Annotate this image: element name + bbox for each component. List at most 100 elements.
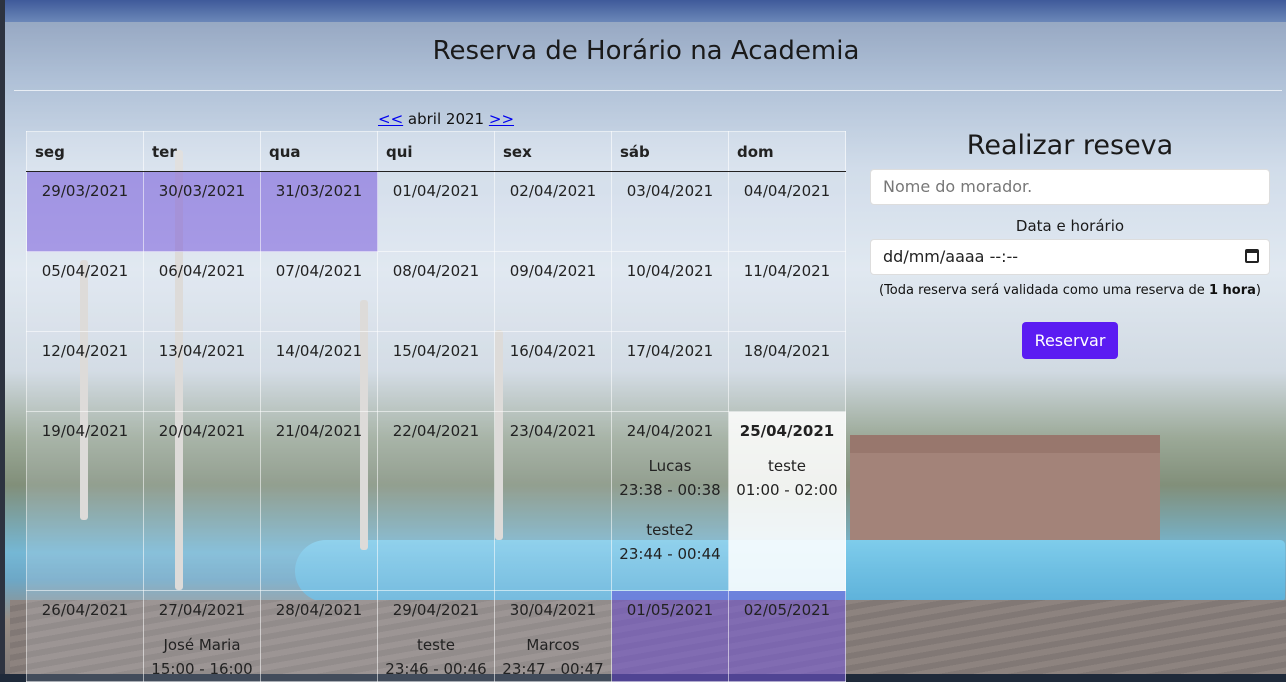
- resident-name-input[interactable]: Nome do morador.: [870, 169, 1270, 205]
- weekday-header: ter: [143, 131, 261, 172]
- reservation-form: Realizar reseva Nome do morador. Data e …: [870, 130, 1270, 359]
- calendar-day-cell[interactable]: 10/04/2021: [611, 251, 729, 332]
- day-date: 30/03/2021: [158, 182, 246, 200]
- calendar-day-cell[interactable]: 16/04/2021: [494, 331, 612, 412]
- calendar-day-cell[interactable]: 28/04/2021: [260, 590, 378, 682]
- calendar-day-cell[interactable]: 02/04/2021: [494, 171, 612, 252]
- calendar-day-cell[interactable]: 20/04/2021: [143, 411, 261, 591]
- calendar-day-cell[interactable]: 22/04/2021: [377, 411, 495, 591]
- calendar-day-cell[interactable]: 05/04/2021: [26, 251, 144, 332]
- calendar-day-cell[interactable]: 01/05/2021: [611, 590, 729, 682]
- day-date: 30/04/2021: [509, 601, 597, 619]
- day-date: 17/04/2021: [626, 342, 714, 360]
- page-title: Reserva de Horário na Academia: [432, 36, 860, 66]
- weekday-header: seg: [26, 131, 144, 172]
- day-date: 20/04/2021: [158, 422, 246, 440]
- day-date: 18/04/2021: [743, 342, 831, 360]
- booking-name: Lucas: [648, 457, 692, 475]
- calendar-day-cell[interactable]: 08/04/2021: [377, 251, 495, 332]
- day-date: 10/04/2021: [626, 262, 714, 280]
- reserve-button[interactable]: Reservar: [1021, 322, 1119, 359]
- day-date: 02/04/2021: [509, 182, 597, 200]
- calendar-day-cell[interactable]: 06/04/2021: [143, 251, 261, 332]
- booking-name: teste2: [646, 521, 694, 539]
- prev-month-link[interactable]: <<: [378, 110, 403, 128]
- calendar-day-cell[interactable]: 30/04/2021 Marcos 23:47 - 00:47: [494, 590, 612, 682]
- month-navigation: << abril 2021 >>: [378, 110, 514, 128]
- day-date: 15/04/2021: [392, 342, 480, 360]
- calendar-day-cell[interactable]: 12/04/2021: [26, 331, 144, 412]
- day-date: 14/04/2021: [275, 342, 363, 360]
- calendar-day-cell[interactable]: 23/04/2021: [494, 411, 612, 591]
- calendar-day-cell[interactable]: 21/04/2021: [260, 411, 378, 591]
- day-date: 21/04/2021: [275, 422, 363, 440]
- calendar-day-cell[interactable]: 29/04/2021 teste 23:46 - 00:46: [377, 590, 495, 682]
- calendar-table: seg ter qua qui sex sáb dom 29/03/2021 30…: [26, 131, 846, 682]
- calendar-day-cell[interactable]: 02/05/2021: [728, 590, 846, 682]
- booking-entry: Lucas 23:38 - 00:38: [614, 454, 726, 502]
- calendar-day-cell[interactable]: 18/04/2021: [728, 331, 846, 412]
- title-divider: [14, 90, 1282, 91]
- note-duration: 1 hora: [1208, 283, 1256, 298]
- day-date: 01/05/2021: [626, 601, 714, 619]
- day-date: 08/04/2021: [392, 262, 480, 280]
- day-date: 03/04/2021: [626, 182, 714, 200]
- calendar-day-cell[interactable]: 26/04/2021: [26, 590, 144, 682]
- calendar-icon[interactable]: [1245, 249, 1259, 263]
- note-suffix: ): [1255, 283, 1261, 298]
- day-date: 25/04/2021: [739, 422, 835, 440]
- calendar-week-row: 26/04/2021 27/04/2021 José Maria 15:00 - 16…: [26, 590, 846, 682]
- booking-time: 15:00 - 16:00: [151, 660, 253, 678]
- calendar-day-cell[interactable]: 19/04/2021: [26, 411, 144, 591]
- datetime-value: dd/mm/aaaa --:--: [883, 247, 1019, 266]
- datetime-input[interactable]: dd/mm/aaaa --:--: [870, 239, 1270, 275]
- day-date: 29/03/2021: [41, 182, 129, 200]
- calendar-day-cell[interactable]: 07/04/2021: [260, 251, 378, 332]
- day-date: 04/04/2021: [743, 182, 831, 200]
- month-label: abril 2021: [407, 110, 485, 128]
- calendar-day-cell[interactable]: 27/04/2021 José Maria 15:00 - 16:00: [143, 590, 261, 682]
- booking-name: Marcos: [526, 636, 580, 654]
- calendar-day-cell[interactable]: 13/04/2021: [143, 331, 261, 412]
- day-date: 09/04/2021: [509, 262, 597, 280]
- form-heading: Realizar reseva: [966, 130, 1174, 161]
- calendar-day-cell[interactable]: 03/04/2021: [611, 171, 729, 252]
- calendar-week-row: 05/04/2021 06/04/2021 07/04/2021 08/04/2021…: [26, 251, 846, 332]
- day-date: 05/04/2021: [41, 262, 129, 280]
- calendar-day-cell[interactable]: 14/04/2021: [260, 331, 378, 412]
- weekday-header: qui: [377, 131, 495, 172]
- note-prefix: (Toda reserva será validada como uma res…: [879, 283, 1209, 298]
- calendar-week-row: 12/04/2021 13/04/2021 14/04/2021 15/04/2021…: [26, 331, 846, 412]
- weekday-header: sex: [494, 131, 612, 172]
- booking-time: 23:46 - 00:46: [385, 660, 487, 678]
- day-date: 26/04/2021: [41, 601, 129, 619]
- reservation-note: (Toda reserva será validada como uma res…: [870, 283, 1270, 298]
- calendar-day-cell[interactable]: 15/04/2021: [377, 331, 495, 412]
- weekday-header: dom: [728, 131, 846, 172]
- calendar-day-cell[interactable]: 17/04/2021: [611, 331, 729, 412]
- booking-time: 23:38 - 00:38: [619, 481, 721, 499]
- booking-time: 01:00 - 02:00: [736, 481, 838, 499]
- day-date: 27/04/2021: [158, 601, 246, 619]
- calendar-day-cell[interactable]: 31/03/2021: [260, 171, 378, 252]
- calendar-day-cell[interactable]: 29/03/2021: [26, 171, 144, 252]
- day-date: 16/04/2021: [509, 342, 597, 360]
- calendar-day-cell[interactable]: 24/04/2021 Lucas 23:38 - 00:38 teste2 23:44 …: [611, 411, 729, 591]
- calendar-day-cell[interactable]: 30/03/2021: [143, 171, 261, 252]
- booking-name: José Maria: [163, 636, 241, 654]
- calendar-day-cell[interactable]: 04/04/2021: [728, 171, 846, 252]
- day-date: 02/05/2021: [743, 601, 831, 619]
- day-date: 07/04/2021: [275, 262, 363, 280]
- booking-entry: teste 01:00 - 02:00: [731, 454, 843, 502]
- calendar-day-cell[interactable]: 09/04/2021: [494, 251, 612, 332]
- booking-time: 23:44 - 00:44: [619, 545, 721, 563]
- calendar-day-cell[interactable]: 25/04/2021 teste 01:00 - 02:00: [728, 411, 846, 591]
- weekday-header-row: seg ter qua qui sex sáb dom: [26, 131, 846, 172]
- calendar-day-cell[interactable]: 01/04/2021: [377, 171, 495, 252]
- weekday-header: qua: [260, 131, 378, 172]
- next-month-link[interactable]: >>: [489, 110, 514, 128]
- booking-name: teste: [767, 457, 807, 475]
- calendar-day-cell[interactable]: 11/04/2021: [728, 251, 846, 332]
- booking-time: 23:47 - 00:47: [502, 660, 604, 678]
- day-date: 22/04/2021: [392, 422, 480, 440]
